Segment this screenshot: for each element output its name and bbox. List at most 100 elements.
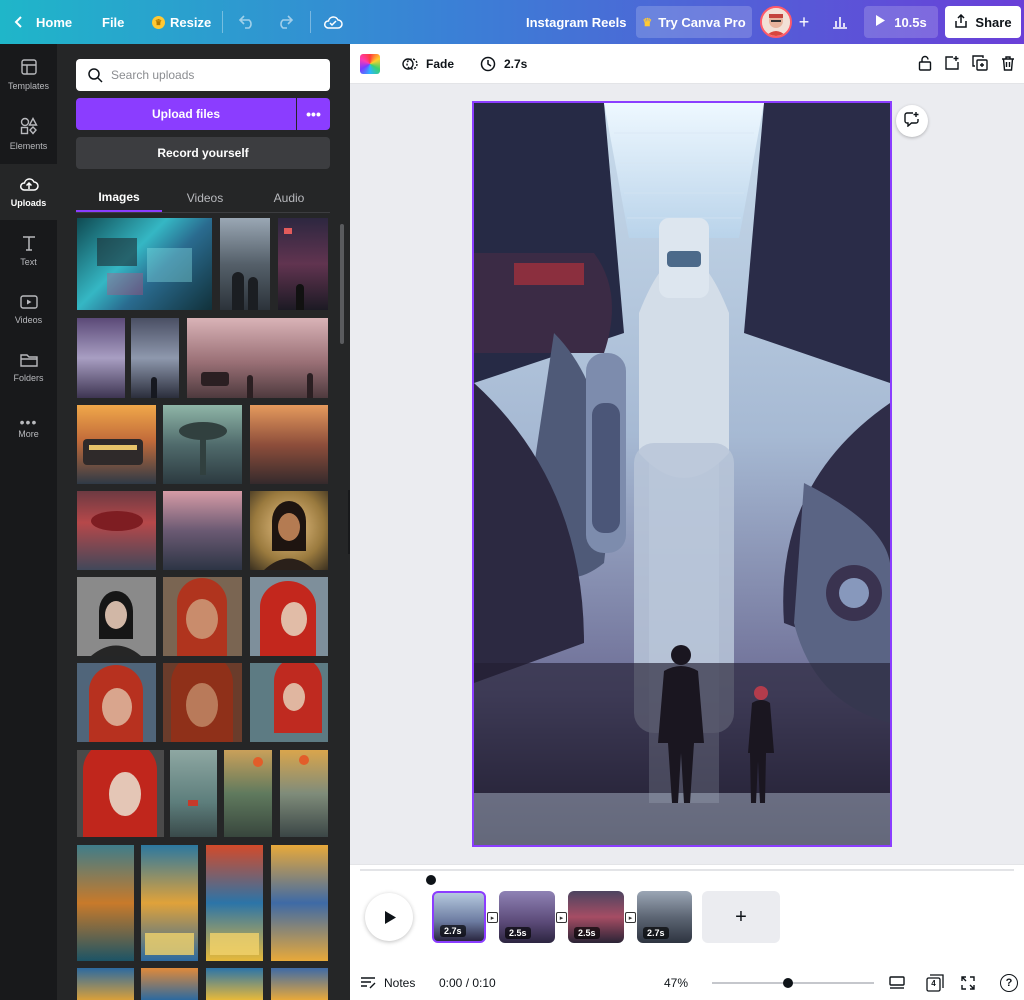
add-page-button[interactable]: + — [702, 891, 780, 943]
upload-thumbnail[interactable] — [271, 968, 328, 1000]
document-title[interactable]: Instagram Reels — [526, 0, 626, 44]
home-button[interactable]: Home — [12, 0, 76, 44]
page-duration-button[interactable]: 2.7s — [480, 44, 527, 84]
upload-thumbnail[interactable] — [163, 405, 242, 484]
tab-audio[interactable]: Audio — [248, 184, 330, 212]
delete-page-button[interactable] — [1001, 44, 1015, 84]
canvas-toolbar: Fade 2.7s — [350, 44, 1024, 84]
upload-thumbnail[interactable] — [278, 218, 328, 310]
record-yourself-button[interactable]: Record yourself — [76, 137, 330, 169]
zoom-percent[interactable]: 47% — [664, 971, 688, 995]
transition-button[interactable]: Fade — [402, 44, 454, 84]
upload-thumbnail[interactable] — [271, 845, 328, 961]
file-menu-button[interactable]: File — [102, 0, 124, 44]
timeline-clip[interactable]: 2.5s — [499, 891, 555, 943]
avatar[interactable] — [760, 6, 792, 38]
pages-icon: 4 — [926, 974, 944, 992]
rail-item-elements[interactable]: Elements — [0, 106, 57, 162]
add-page-button[interactable] — [944, 44, 960, 84]
duplicate-page-button[interactable] — [972, 44, 988, 84]
tab-images[interactable]: Images — [76, 184, 162, 212]
lock-button[interactable] — [917, 44, 933, 84]
upload-thumbnail[interactable] — [141, 845, 198, 961]
upload-thumbnail[interactable] — [250, 663, 328, 742]
upload-thumbnail[interactable] — [141, 968, 198, 1000]
top-bar: Home File ♛ Resize Instagram Reels ♛ Try… — [0, 0, 1024, 44]
upload-thumbnail[interactable] — [163, 577, 242, 656]
play-button[interactable] — [365, 893, 413, 941]
rail-item-templates[interactable]: Templates — [0, 47, 57, 103]
rail-item-videos[interactable]: Videos — [0, 282, 57, 338]
upload-options-button[interactable]: ••• — [297, 98, 330, 130]
upload-thumbnail[interactable] — [77, 491, 156, 570]
background-color-button[interactable] — [360, 44, 380, 84]
transition-icon[interactable]: ▸ — [487, 912, 498, 923]
play-icon — [875, 14, 886, 30]
undo-button[interactable] — [238, 0, 256, 44]
tab-videos[interactable]: Videos — [162, 184, 248, 212]
upload-thumbnail[interactable] — [163, 491, 242, 570]
upload-thumbnail[interactable] — [77, 663, 156, 742]
rail-item-folders[interactable]: Folders — [0, 340, 57, 396]
upload-thumbnail[interactable] — [77, 405, 156, 484]
upload-thumbnail[interactable] — [170, 750, 217, 837]
help-button[interactable]: ? — [1000, 974, 1018, 992]
search-input[interactable] — [111, 68, 311, 82]
upload-thumbnail[interactable] — [187, 318, 328, 398]
playhead[interactable] — [426, 875, 436, 885]
redo-button[interactable] — [276, 0, 294, 44]
upload-thumbnail[interactable] — [206, 968, 263, 1000]
upload-thumbnail[interactable] — [77, 318, 125, 398]
resize-button[interactable]: ♛ Resize — [152, 0, 211, 44]
upload-thumbnail[interactable] — [250, 491, 328, 570]
pages-button[interactable]: 4 — [926, 971, 944, 995]
upload-files-button[interactable]: Upload files — [76, 98, 296, 130]
upload-thumbnail[interactable] — [77, 218, 212, 310]
zoom-slider-thumb[interactable] — [783, 978, 794, 988]
duplicate-icon — [972, 54, 988, 74]
timeline-clip[interactable]: 2.7s — [432, 891, 486, 943]
redo-icon — [276, 15, 294, 29]
search-box — [76, 59, 330, 91]
upload-thumbnail[interactable] — [77, 968, 134, 1000]
upload-thumbnail[interactable] — [77, 845, 134, 961]
cloud-save-button[interactable] — [323, 0, 343, 44]
upload-thumbnail[interactable] — [163, 663, 242, 742]
rail-item-uploads[interactable]: Uploads — [0, 164, 57, 220]
upload-thumbnail[interactable] — [250, 577, 328, 656]
timeline: 2.7s ▸ 2.5s ▸ 2.5s ▸ 2.7s + Notes 0:00 /… — [350, 864, 1024, 1000]
upload-thumbnail[interactable] — [250, 405, 328, 484]
separator — [222, 11, 223, 33]
upload-thumbnail[interactable] — [77, 577, 156, 656]
timeline-scroll-track[interactable] — [360, 869, 1014, 871]
share-button[interactable]: Share — [945, 6, 1021, 38]
timeline-clip[interactable]: 2.5s — [568, 891, 624, 943]
panel-scrollbar[interactable] — [340, 224, 344, 344]
notes-button[interactable]: Notes — [360, 971, 415, 995]
timeline-clip[interactable]: 2.7s — [637, 891, 692, 943]
crown-icon: ♛ — [152, 15, 165, 29]
upload-thumbnail[interactable] — [224, 750, 272, 837]
upload-thumbnail[interactable] — [77, 750, 164, 837]
insights-button[interactable] — [832, 0, 848, 44]
upload-thumbnail[interactable] — [280, 750, 328, 837]
grid-view-button[interactable] — [889, 971, 905, 995]
add-collaborator-button[interactable]: + — [796, 0, 812, 44]
play-preview-button[interactable]: 10.5s — [864, 6, 938, 38]
search-icon — [88, 67, 103, 83]
transition-icon[interactable]: ▸ — [625, 912, 636, 923]
add-comment-button[interactable] — [896, 105, 928, 137]
upload-thumbnail[interactable] — [220, 218, 270, 310]
design-page[interactable] — [472, 101, 892, 847]
try-canva-pro-label: Try Canva Pro — [658, 14, 746, 30]
rail-item-more[interactable]: ••• More — [0, 399, 57, 455]
upload-thumbnail[interactable] — [206, 845, 263, 961]
fullscreen-button[interactable] — [961, 971, 975, 995]
video-icon — [19, 295, 38, 315]
comment-add-icon — [904, 111, 920, 132]
upload-thumbnail[interactable] — [131, 318, 179, 398]
rail-item-label: Videos — [14, 315, 43, 325]
try-canva-pro-button[interactable]: ♛ Try Canva Pro — [636, 6, 752, 38]
transition-icon[interactable]: ▸ — [556, 912, 567, 923]
rail-item-text[interactable]: Text — [0, 223, 57, 279]
